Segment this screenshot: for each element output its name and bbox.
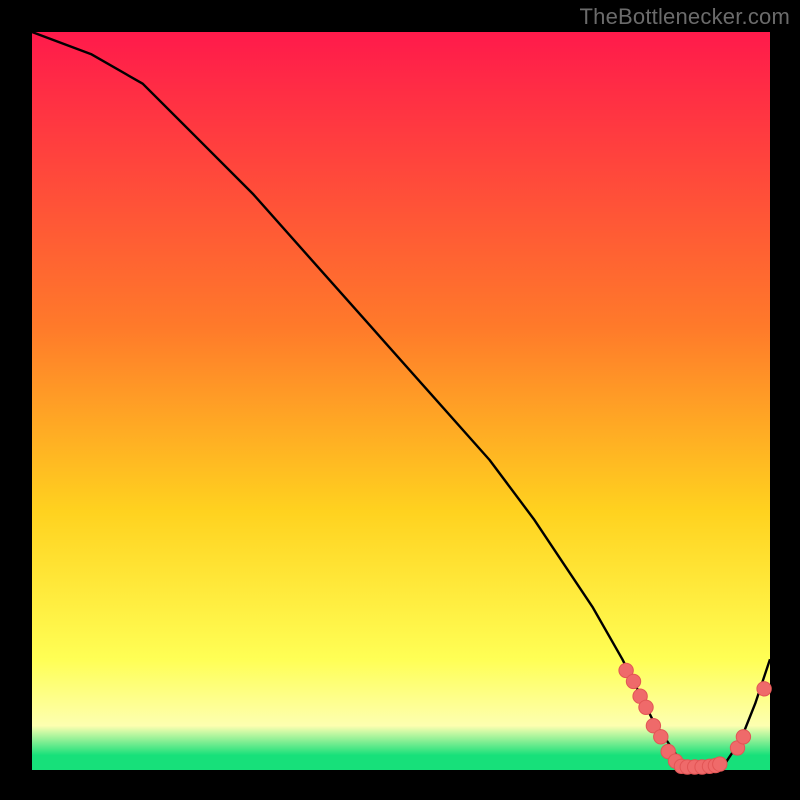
attribution-label: TheBottlenecker.com <box>580 4 790 30</box>
gradient-background <box>32 32 770 770</box>
marker-dot <box>713 757 727 771</box>
marker-dot <box>639 700 653 714</box>
marker-dot <box>626 674 640 688</box>
marker-dot <box>654 730 668 744</box>
marker-dot <box>736 730 750 744</box>
marker-dot <box>757 682 771 696</box>
chart-svg <box>0 0 800 800</box>
chart-container: TheBottlenecker.com <box>0 0 800 800</box>
